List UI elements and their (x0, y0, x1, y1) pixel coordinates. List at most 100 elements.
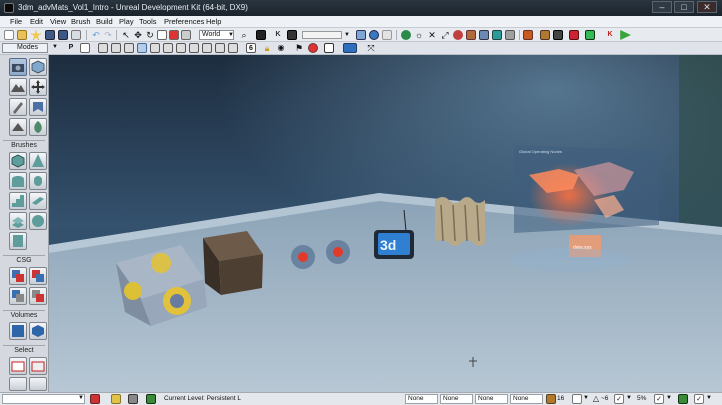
curved-stair-brush-icon[interactable] (9, 172, 27, 190)
chevron-down-icon[interactable]: ▼ (342, 30, 352, 40)
copy-icon[interactable] (71, 30, 81, 40)
maximize-button[interactable]: □ (674, 1, 694, 13)
sheet-brush-icon[interactable] (29, 192, 47, 210)
wireframe-icon[interactable] (98, 43, 108, 53)
cylinder-brush-icon[interactable] (29, 172, 47, 190)
snap-icon[interactable] (181, 30, 191, 40)
select-invert-icon[interactable] (9, 377, 27, 391)
content-icon[interactable] (553, 30, 563, 40)
kismet-icon[interactable]: K (273, 30, 283, 40)
maximize-viewport-icon[interactable] (324, 43, 334, 53)
camera-icon[interactable] (80, 43, 90, 53)
scale-icon[interactable] (157, 30, 167, 40)
close-button[interactable]: ✕ (697, 1, 717, 13)
play-in-viewport-icon[interactable] (343, 43, 357, 53)
autosave-icon[interactable] (678, 394, 688, 404)
grid-size-value[interactable]: 16 (557, 395, 564, 402)
menu-edit[interactable]: Edit (30, 17, 43, 26)
build-cover-icon[interactable]: ⤢ (440, 30, 450, 40)
menu-file[interactable]: File (10, 17, 22, 26)
lit-selected-icon[interactable] (137, 43, 147, 53)
show-selected-icon[interactable] (9, 357, 27, 375)
eye-icon[interactable]: ◉ (276, 43, 286, 53)
menu-view[interactable]: View (50, 17, 66, 26)
build-lighting-icon[interactable]: ☼ (414, 30, 424, 40)
realtime-icon[interactable] (369, 30, 379, 40)
lod-button[interactable]: 6 (246, 43, 256, 53)
save-icon[interactable] (45, 30, 55, 40)
mesh-paint-icon[interactable] (9, 118, 27, 136)
linear-stair-brush-icon[interactable] (9, 192, 27, 210)
brush-edit-icon[interactable] (9, 98, 27, 116)
unlit-icon[interactable] (111, 43, 121, 53)
tool-icon[interactable] (466, 30, 476, 40)
view-mode-icon[interactable] (228, 43, 238, 53)
kismet-stop-icon[interactable] (90, 394, 100, 404)
sphere-brush-icon[interactable] (29, 212, 47, 230)
menu-build[interactable]: Build (96, 17, 113, 26)
save-all-icon[interactable] (58, 30, 68, 40)
csg-add-icon[interactable] (9, 267, 27, 285)
camera-mode-icon[interactable] (9, 58, 27, 76)
spiral-stair-brush-icon[interactable] (9, 212, 27, 230)
foliage-mode-icon[interactable] (29, 118, 47, 136)
menu-help[interactable]: Help (206, 17, 221, 26)
build-paths-icon[interactable]: ✕ (427, 30, 437, 40)
kismet-red-icon[interactable]: K (605, 30, 615, 40)
move-mode-icon[interactable] (29, 78, 47, 96)
chevron-down-icon[interactable]: ▼ (226, 30, 236, 40)
view-mode-icon[interactable] (176, 43, 186, 53)
content-icon[interactable] (585, 30, 595, 40)
add-volume-icon[interactable] (9, 322, 27, 340)
texture-mode-icon[interactable] (29, 98, 47, 116)
csg-subtract-icon[interactable] (29, 267, 47, 285)
drag-grid-checkbox[interactable]: ✓ (694, 394, 704, 404)
game-view-icon[interactable]: ⚑ (294, 43, 304, 53)
status-icon[interactable] (146, 394, 156, 404)
hide-selected-icon[interactable] (29, 357, 47, 375)
geometry-mode-icon[interactable] (29, 58, 47, 76)
view-mode-icon[interactable] (150, 43, 160, 53)
volume-list-icon[interactable] (29, 322, 47, 340)
select-cursor-icon[interactable]: ↖ (121, 30, 131, 40)
build-all-icon[interactable] (453, 30, 463, 40)
lit-icon[interactable] (124, 43, 134, 53)
perspective-button[interactable]: P (66, 43, 76, 53)
content-icon[interactable] (569, 30, 579, 40)
chevron-down-icon[interactable]: ▼ (52, 44, 58, 50)
lighting-icon[interactable] (382, 30, 392, 40)
show-all-icon[interactable] (29, 377, 47, 391)
chevron-down-icon[interactable]: ▼ (706, 395, 712, 401)
menu-tools[interactable]: Tools (139, 17, 157, 26)
favorite-star-icon[interactable] (31, 30, 41, 40)
tool-icon[interactable] (492, 30, 502, 40)
corrugated-metal-sheet[interactable] (435, 197, 485, 246)
scale-nonuniform-icon[interactable] (169, 30, 179, 40)
record-icon[interactable] (308, 43, 318, 53)
layer-icon[interactable] (128, 394, 138, 404)
view-mode-icon[interactable] (163, 43, 173, 53)
volumetric-brush-icon[interactable] (9, 232, 27, 250)
viewport-option-icon[interactable] (356, 30, 366, 40)
csg-intersect-icon[interactable] (9, 287, 27, 305)
modes-dropdown[interactable]: Modes (2, 43, 48, 53)
rotation-toggle-checkbox[interactable]: ✓ (614, 394, 624, 404)
csg-deintersect-icon[interactable] (29, 287, 47, 305)
chevron-down-icon[interactable]: ▼ (78, 395, 84, 401)
content-browser-icon[interactable] (256, 30, 266, 40)
new-file-icon[interactable] (4, 30, 14, 40)
open-folder-icon[interactable] (17, 30, 27, 40)
minimize-button[interactable]: – (652, 1, 672, 13)
content-icon[interactable] (540, 30, 550, 40)
terrain-mode-icon[interactable] (9, 78, 27, 96)
menu-preferences[interactable]: Preferences (164, 17, 204, 26)
play-icon[interactable] (620, 30, 631, 40)
cone-brush-icon[interactable] (29, 152, 47, 170)
view-mode-icon[interactable] (189, 43, 199, 53)
rotation-snap-icon[interactable]: △ (591, 394, 601, 404)
level-dropdown[interactable] (2, 394, 85, 404)
menu-play[interactable]: Play (119, 17, 134, 26)
content-icon[interactable] (523, 30, 533, 40)
transform-icon[interactable]: ⤧ (366, 43, 376, 53)
scale-toggle-checkbox[interactable]: ✓ (654, 394, 664, 404)
